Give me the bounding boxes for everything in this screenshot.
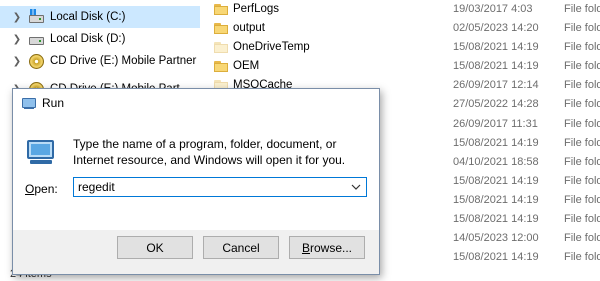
file-type: File fold bbox=[564, 41, 600, 53]
nav-item-label: Local Disk (D:) bbox=[50, 33, 126, 45]
ok-button[interactable]: OK bbox=[117, 236, 193, 259]
file-name: OEM bbox=[233, 60, 260, 72]
run-icon bbox=[21, 96, 37, 110]
file-type: File fold bbox=[564, 3, 600, 15]
file-date: 15/08/2021 14:19 bbox=[453, 41, 539, 53]
dialog-title: Run bbox=[42, 96, 65, 110]
open-label-text: pen: bbox=[34, 182, 58, 196]
run-dialog-body: Type the name of a program, folder, docu… bbox=[13, 117, 379, 230]
open-combobox[interactable] bbox=[73, 177, 367, 197]
file-type: File fold bbox=[564, 79, 600, 91]
file-date: 15/08/2021 14:19 bbox=[453, 175, 539, 187]
cancel-button[interactable]: Cancel bbox=[203, 236, 279, 259]
chevron-down-icon[interactable] bbox=[350, 181, 362, 193]
run-instructions: Type the name of a program, folder, docu… bbox=[73, 137, 346, 167]
run-title-bar[interactable]: Run bbox=[13, 89, 379, 117]
file-type: File fold bbox=[564, 137, 600, 149]
file-type: File fold bbox=[564, 156, 600, 168]
file-row[interactable]: OneDriveTemp 15/08/2021 14:19 File fold bbox=[200, 38, 600, 56]
file-date: 15/08/2021 14:19 bbox=[453, 213, 539, 225]
chevron-right-icon[interactable]: ❯ bbox=[10, 34, 24, 45]
nav-item-local-disk-c[interactable]: ❯ Local Disk (C:) bbox=[0, 6, 200, 28]
file-row[interactable]: OEM 15/08/2021 14:19 File fold bbox=[200, 57, 600, 75]
file-type: File fold bbox=[564, 251, 600, 263]
browse-accesskey: B bbox=[301, 240, 310, 255]
file-type: File fold bbox=[564, 60, 600, 72]
file-date: 15/08/2021 14:19 bbox=[453, 60, 539, 72]
file-date: 14/05/2023 12:00 bbox=[453, 232, 539, 244]
file-row[interactable]: output 02/05/2023 14:20 File fold bbox=[200, 19, 600, 37]
file-date: 04/10/2021 18:58 bbox=[453, 156, 539, 168]
browse-button-label: Browse... bbox=[302, 241, 352, 255]
file-type: File fold bbox=[564, 98, 600, 110]
file-name: PerfLogs bbox=[233, 3, 280, 15]
run-program-icon bbox=[25, 136, 57, 168]
browse-button[interactable]: Browse... bbox=[289, 236, 365, 259]
cancel-button-label: Cancel bbox=[222, 240, 260, 255]
folder-icon bbox=[214, 41, 228, 53]
nav-item-label: CD Drive (E:) Mobile Partner bbox=[50, 55, 197, 67]
file-date: 15/08/2021 14:19 bbox=[453, 251, 539, 263]
folder-icon bbox=[214, 60, 228, 72]
chevron-right-icon[interactable]: ❯ bbox=[10, 12, 24, 23]
nav-item-label: Local Disk (C:) bbox=[50, 11, 126, 23]
file-type: File fold bbox=[564, 232, 600, 244]
file-name: OneDriveTemp bbox=[233, 41, 310, 53]
ok-button-label: OK bbox=[146, 240, 164, 255]
file-date: 19/03/2017 4:03 bbox=[453, 3, 533, 15]
file-date: 15/08/2021 14:19 bbox=[453, 194, 539, 206]
cd-drive-icon bbox=[28, 53, 44, 69]
browse-label-text: rowse... bbox=[310, 240, 353, 255]
file-date: 27/05/2022 14:28 bbox=[453, 98, 539, 110]
file-date: 26/09/2017 11:31 bbox=[453, 118, 538, 130]
file-type: File fold bbox=[564, 213, 600, 225]
open-label-accesskey: O bbox=[25, 182, 35, 196]
chevron-right-icon[interactable]: ❯ bbox=[10, 56, 24, 67]
nav-item-cd-drive-e[interactable]: ❯ CD Drive (E:) Mobile Partner bbox=[0, 50, 200, 72]
file-type: File fold bbox=[564, 194, 600, 206]
file-row[interactable]: PerfLogs 19/03/2017 4:03 File fold bbox=[200, 0, 600, 18]
file-name: output bbox=[233, 22, 265, 34]
hard-drive-icon bbox=[28, 31, 44, 47]
nav-item-local-disk-d[interactable]: ❯ Local Disk (D:) bbox=[0, 28, 200, 50]
run-dialog: Run Type the name of a program, folder, … bbox=[12, 88, 380, 275]
file-type: File fold bbox=[564, 175, 600, 187]
file-type: File fold bbox=[564, 22, 600, 34]
file-date: 15/08/2021 14:19 bbox=[453, 137, 539, 149]
file-date: 02/05/2023 14:20 bbox=[453, 22, 539, 34]
file-date: 26/09/2017 12:14 bbox=[453, 79, 539, 91]
file-type: File fold bbox=[564, 118, 600, 130]
hard-drive-icon bbox=[28, 9, 44, 25]
folder-icon bbox=[214, 22, 228, 34]
folder-icon bbox=[214, 3, 228, 15]
open-label: Open: bbox=[25, 182, 58, 196]
open-input[interactable] bbox=[74, 178, 344, 196]
